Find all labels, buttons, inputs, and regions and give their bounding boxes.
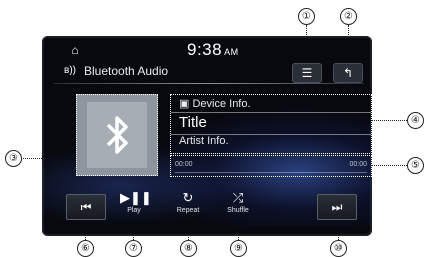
callout-1: ① [298,8,315,25]
shuffle-icon: ⤮ [232,190,244,205]
album-art-placeholder [87,102,147,168]
device-info-text: Device Info. [192,98,251,110]
next-icon: ⏭ [331,200,343,214]
callout-10: ⑩ [330,240,347,257]
menu-icon: ☰ [301,66,313,80]
back-button[interactable]: ↰ [333,63,363,83]
info-divider-1 [171,112,371,113]
bluetooth-audio-icon: ʙ)) [64,65,76,76]
progress-panel[interactable]: 00:00 00:00 [170,155,372,177]
leader-5 [372,165,407,166]
shuffle-button[interactable]: ⤮ Shuffle [222,190,254,214]
callout-2: ② [340,8,357,25]
artist-info: Artist Info. [179,135,229,147]
clock-time: 9:38 [187,40,223,59]
play-pause-icon: ▶❚❚ [120,190,152,205]
home-icon: ⌂ [71,43,79,57]
callout-8: ⑧ [180,240,197,257]
next-button[interactable]: ⏭ [317,194,357,220]
callout-7: ⑦ [125,240,142,257]
repeat-icon: ↻ [182,190,194,205]
callout-5: ⑤ [407,157,424,174]
previous-icon: ⏮ [80,200,92,214]
menu-button[interactable]: ☰ [292,63,322,83]
track-info-panel: ▣ Device Info. Title Artist Info. [170,94,372,154]
play-pause-button[interactable]: ▶❚❚ Play [120,190,152,214]
back-icon: ↰ [342,66,354,80]
total-time: 00:00 [349,161,367,168]
previous-button[interactable]: ⏮ [66,194,106,220]
repeat-label: Repeat [176,207,200,214]
shuffle-label: Shuffle [227,207,249,214]
leader-4 [372,120,407,121]
progress-bar[interactable] [175,172,367,173]
callout-4: ④ [407,112,424,129]
callout-9: ⑨ [230,240,247,257]
track-title: Title [179,114,207,131]
bluetooth-icon [106,116,128,154]
clock-ampm: AM [224,47,239,57]
head-unit-screen: ⌂ 9:38 AM ʙ)) Bluetooth Audio ☰ ↰ ▣ Devic… [42,36,372,236]
callout-6: ⑥ [77,240,94,257]
album-art [76,94,158,176]
elapsed-time: 00:00 [175,161,193,168]
header-divider [54,83,364,84]
source-label: Bluetooth Audio [84,64,169,78]
device-icon: ▣ [179,98,193,110]
home-button[interactable]: ⌂ [62,42,88,58]
playback-controls: ⏮ ▶❚❚ Play ↻ Repeat ⤮ Shuffle ⏭ [42,186,372,236]
clock: 9:38 AM [187,40,239,60]
repeat-button[interactable]: ↻ Repeat [172,190,204,214]
play-label: Play [127,207,141,214]
device-info: ▣ Device Info. [179,97,251,110]
callout-3: ③ [5,150,22,167]
